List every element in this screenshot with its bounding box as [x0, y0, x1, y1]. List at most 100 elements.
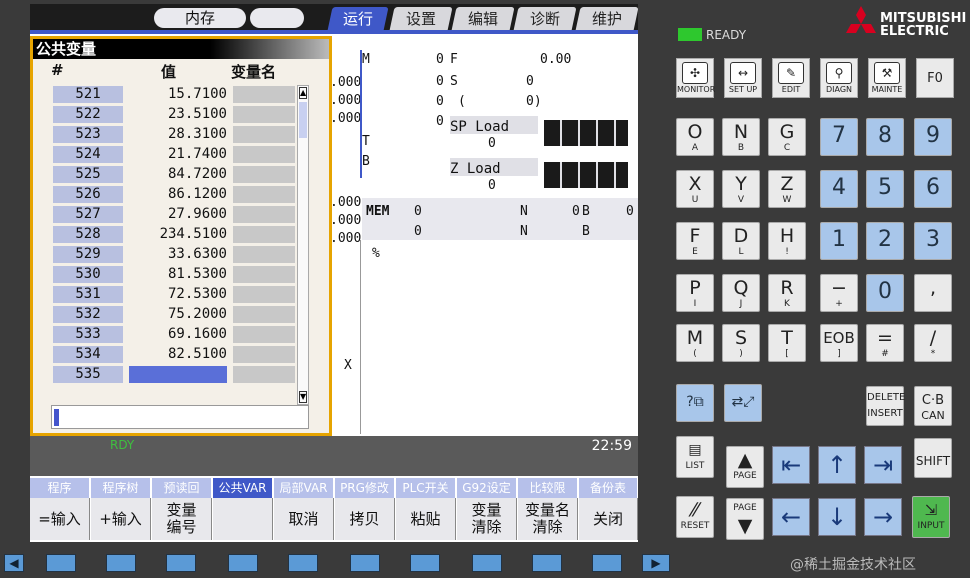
softkey-var-number[interactable]: 变量 编号 [152, 498, 212, 540]
tab-diag[interactable]: 诊断 [513, 7, 577, 31]
setup-key[interactable]: ↔ SET UP [724, 58, 762, 98]
key-EOB[interactable]: EOB] [820, 324, 858, 362]
arrow-down-icon[interactable]: ↓ [818, 498, 856, 536]
menu-tab[interactable]: G92设定 [457, 478, 517, 498]
list-key[interactable]: ▤ LIST [676, 436, 714, 478]
input-key[interactable]: ⇲ INPUT [912, 496, 950, 538]
shift-key[interactable]: SHIFT [914, 438, 952, 478]
variable-row[interactable]: 530 81.5300 [53, 265, 325, 284]
key-5[interactable]: 5 [866, 170, 904, 208]
key-Y[interactable]: YV [722, 170, 760, 208]
variable-row[interactable]: 533 69.1600 [53, 325, 325, 344]
function-button[interactable] [350, 554, 380, 572]
menu-tab[interactable]: 预读回 [152, 478, 212, 498]
variable-row[interactable]: 528 234.5100 [53, 225, 325, 244]
reset-key[interactable]: ⁄⁄ RESET [676, 496, 714, 538]
key-comma[interactable]: , [914, 274, 952, 312]
variable-row[interactable]: 526 86.1200 [53, 185, 325, 204]
key-Z[interactable]: ZW [768, 170, 806, 208]
key-8[interactable]: 8 [866, 118, 904, 156]
cursor-home-icon[interactable]: ⇤ [772, 446, 810, 484]
arrow-left-icon[interactable]: ← [772, 498, 810, 536]
key-O[interactable]: OA [676, 118, 714, 156]
variable-row[interactable]: 529 33.6300 [53, 245, 325, 264]
key-M[interactable]: M( [676, 324, 714, 362]
menu-tab-active[interactable]: 公共VAR [213, 478, 273, 498]
function-button[interactable] [288, 554, 318, 572]
delete-insert-key[interactable]: DELETE INSERT [866, 386, 905, 426]
key-0[interactable]: 0 [866, 274, 904, 312]
menu-tab[interactable]: 局部VAR [274, 478, 334, 498]
key-1[interactable]: 1 [820, 222, 858, 260]
mainte-key[interactable]: ⚒ MAINTE [868, 58, 906, 98]
tab-run[interactable]: 运行 [327, 7, 389, 31]
variable-row[interactable]: 525 84.7200 [53, 165, 325, 184]
menu-tab[interactable]: 比较限 [518, 478, 578, 498]
help-window-key[interactable]: ?⧉ [676, 384, 714, 422]
key-equal[interactable]: = # [866, 324, 904, 362]
key-slash[interactable]: / * [914, 324, 952, 362]
arrow-up-icon[interactable]: ↑ [818, 446, 856, 484]
softkey-varname-clear[interactable]: 变量名 清除 [518, 498, 578, 540]
key-T[interactable]: T[ [768, 324, 806, 362]
key-P[interactable]: PI [676, 274, 714, 312]
softkey-plus-input[interactable]: +输入 [91, 498, 151, 540]
function-button[interactable] [532, 554, 562, 572]
page-down-key[interactable]: PAGE ▼ [726, 498, 764, 540]
function-button[interactable] [472, 554, 502, 572]
tab-blank[interactable] [250, 8, 304, 28]
diagn-key[interactable]: ⚲ DIAGN [820, 58, 858, 98]
menu-prev-icon[interactable]: ◀ [4, 554, 24, 572]
key-D[interactable]: DL [722, 222, 760, 260]
function-button[interactable] [166, 554, 196, 572]
variable-row[interactable]: 521 15.7100 [53, 85, 325, 104]
key-Q[interactable]: QJ [722, 274, 760, 312]
key-H[interactable]: H! [768, 222, 806, 260]
key-3[interactable]: 3 [914, 222, 952, 260]
key-4[interactable]: 4 [820, 170, 858, 208]
tab-memory[interactable]: 内存 [154, 8, 246, 28]
function-button[interactable] [592, 554, 622, 572]
edit-key[interactable]: ✎ EDIT [772, 58, 810, 98]
function-button[interactable] [46, 554, 76, 572]
value-input-field[interactable] [51, 405, 309, 429]
key-7[interactable]: 7 [820, 118, 858, 156]
monitor-key[interactable]: ✣ MONITOR [676, 58, 715, 98]
key-S[interactable]: S) [722, 324, 760, 362]
dialog-scrollbar[interactable]: ▲ ▼ [297, 85, 309, 405]
softkey-paste[interactable]: 粘贴 [396, 498, 456, 540]
tab-setup[interactable]: 设置 [389, 7, 453, 31]
key-F[interactable]: FE [676, 222, 714, 260]
scroll-up-icon[interactable]: ▲ [299, 87, 307, 99]
menu-tab[interactable]: PRG修改 [335, 478, 395, 498]
swap-key[interactable]: ⇄⤢ [724, 384, 762, 422]
scroll-thumb[interactable] [299, 102, 307, 138]
variable-row[interactable]: 524 21.7400 [53, 145, 325, 164]
variable-row[interactable]: 523 28.3100 [53, 125, 325, 144]
tab-edit[interactable]: 编辑 [451, 7, 515, 31]
key-G[interactable]: GC [768, 118, 806, 156]
cb-can-key[interactable]: C·B CAN [914, 386, 952, 426]
variable-row[interactable]: 527 27.9600 [53, 205, 325, 224]
softkey-var-clear[interactable]: 变量 清除 [457, 498, 517, 540]
arrow-right-icon[interactable]: → [864, 498, 902, 536]
key-6[interactable]: 6 [914, 170, 952, 208]
softkey-close[interactable]: 关闭 [579, 498, 638, 540]
scroll-down-icon[interactable]: ▼ [299, 391, 307, 403]
key-R[interactable]: RK [768, 274, 806, 312]
menu-tab[interactable]: 备份表 [579, 478, 638, 498]
tab-maint[interactable]: 维护 [575, 7, 639, 31]
variable-row[interactable]: 531 72.5300 [53, 285, 325, 304]
menu-tab[interactable]: 程序树 [91, 478, 151, 498]
softkey-cancel[interactable]: 取消 [274, 498, 334, 540]
cursor-end-icon[interactable]: ⇥ [864, 446, 902, 484]
softkey-empty[interactable] [213, 498, 273, 540]
function-button[interactable] [410, 554, 440, 572]
key-X[interactable]: XU [676, 170, 714, 208]
function-button[interactable] [228, 554, 258, 572]
variable-row-selected[interactable]: 535 [53, 365, 325, 384]
menu-tab[interactable]: 程序 [30, 478, 90, 498]
menu-tab[interactable]: PLC开关 [396, 478, 456, 498]
key-minus[interactable]: − + [820, 274, 858, 312]
page-up-key[interactable]: ▲ PAGE [726, 446, 764, 488]
